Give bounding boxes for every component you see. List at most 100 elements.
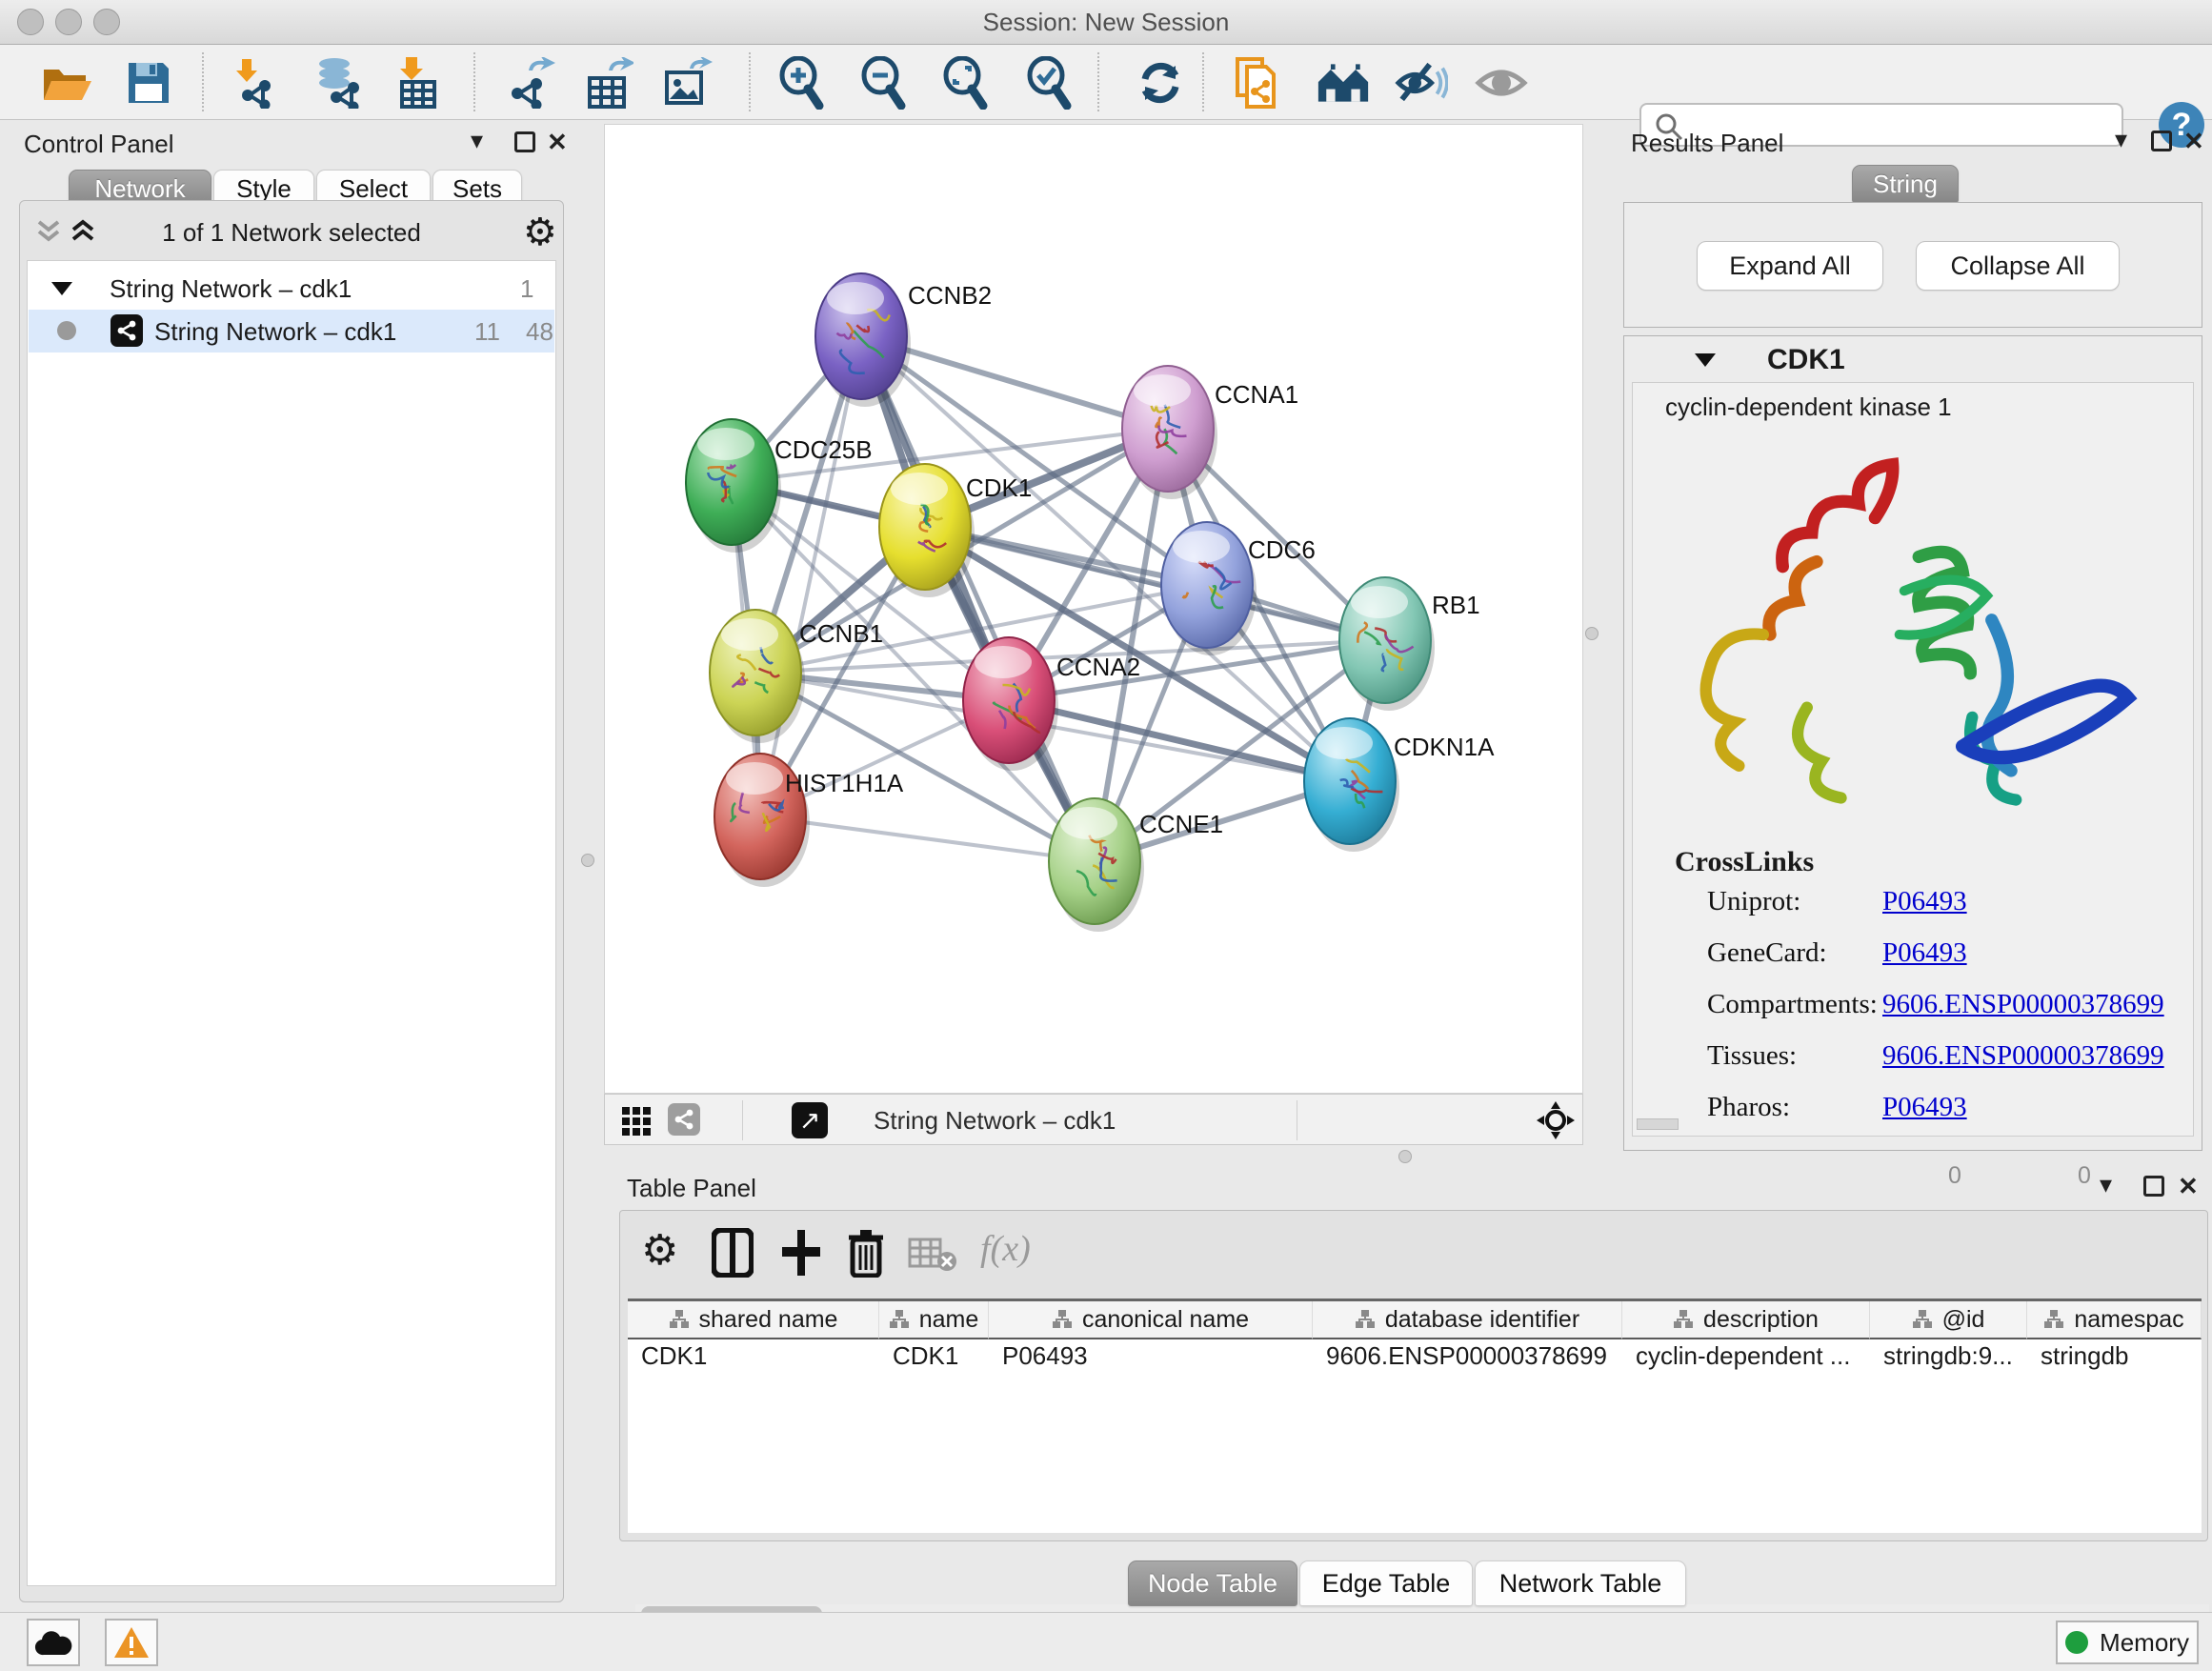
fit-crosshair-icon[interactable] [1537, 1101, 1575, 1139]
column-header-canonical-name[interactable]: canonical name [989, 1301, 1313, 1339]
table-cell[interactable]: P06493 [989, 1341, 1313, 1379]
expand-all-button[interactable]: Expand All [1697, 241, 1883, 291]
mini-scrollbar[interactable] [1637, 1118, 1679, 1130]
cloud-status-button[interactable] [27, 1619, 80, 1666]
copy-network-button[interactable] [1231, 56, 1284, 110]
delete-table-icon[interactable] [908, 1236, 957, 1274]
string-network-graph[interactable]: CCNB2CCNA1CDC25BCDK1CDC6RB1CCNB1CCNA2CDK… [605, 125, 1582, 1093]
network-node-hist1h1a[interactable]: HIST1H1A [714, 754, 904, 887]
zoom-in-button[interactable] [774, 56, 827, 110]
panel-maximize-button[interactable] [2151, 131, 2172, 151]
table-cell[interactable]: cyclin-dependent ... [1622, 1341, 1870, 1379]
panel-float-button[interactable]: ▾ [2100, 1170, 2112, 1199]
panel-close-button[interactable]: ✕ [547, 128, 568, 157]
collapse-all-button[interactable]: Collapse All [1916, 241, 2120, 291]
save-session-button[interactable] [122, 56, 175, 110]
tab-string[interactable]: String [1852, 165, 1959, 203]
vertical-splitter-grip[interactable] [1585, 627, 1599, 640]
home-button[interactable] [1317, 56, 1370, 110]
network-node-ccna1[interactable]: CCNA1 [1122, 366, 1298, 499]
open-session-button[interactable] [40, 56, 93, 110]
network-collection-row[interactable]: String Network – cdk1 1 [29, 267, 554, 310]
column-header-label: database identifier [1385, 1306, 1579, 1334]
network-row-selected[interactable]: String Network – cdk1 11 48 [29, 310, 554, 352]
tab-network-table[interactable]: Network Table [1475, 1560, 1686, 1606]
column-header-namespac[interactable]: namespac [2027, 1301, 2202, 1339]
collection-label: String Network – cdk1 [110, 274, 352, 304]
network-view-canvas[interactable]: CCNB2CCNA1CDC25BCDK1CDC6RB1CCNB1CCNA2CDK… [604, 124, 1583, 1094]
gene-description: cyclin-dependent kinase 1 [1665, 393, 1952, 422]
table-cell[interactable]: CDK1 [879, 1341, 989, 1379]
warning-status-button[interactable] [105, 1619, 158, 1666]
export-table-button[interactable] [583, 56, 636, 110]
network-node-rb1[interactable]: RB1 [1339, 577, 1480, 711]
hide-unhide-button[interactable] [1395, 56, 1448, 110]
column-header-database-identifier[interactable]: database identifier [1313, 1301, 1622, 1339]
export-image-button[interactable] [661, 56, 714, 110]
collection-count: 1 [520, 274, 533, 304]
horizontal-splitter-grip[interactable] [1398, 1150, 1412, 1163]
zoom-selected-icon [1023, 56, 1073, 110]
zoom-selected-button[interactable] [1021, 56, 1075, 110]
import-table-button[interactable] [389, 56, 442, 110]
crosslink-link[interactable]: 9606.ENSP00000378699 [1882, 1040, 2164, 1072]
tab-edge-table[interactable]: Edge Table [1299, 1560, 1473, 1606]
vertical-splitter-grip[interactable] [581, 854, 594, 867]
crosslink-link[interactable]: P06493 [1882, 886, 1967, 917]
crosslink-label: Uniprot: [1707, 886, 1800, 917]
table-panel-box: ⚙ [619, 1210, 2208, 1541]
table-options-gear-icon[interactable]: ⚙ [641, 1226, 678, 1275]
panel-float-button[interactable]: ▾ [2115, 125, 2127, 154]
function-builder-icon[interactable]: f(x) [980, 1228, 1031, 1270]
column-header-description[interactable]: description [1622, 1301, 1870, 1339]
crosslink-link[interactable]: P06493 [1882, 937, 1967, 969]
panel-maximize-button[interactable] [514, 131, 535, 152]
network-edge[interactable] [925, 527, 1385, 640]
network-node-cdc6[interactable]: CDC6 [1161, 522, 1316, 655]
tree-expand-icon[interactable] [51, 282, 72, 295]
node-table[interactable]: shared namename canonical name database id… [628, 1299, 2202, 1533]
network-node-cdkn1a[interactable]: CDKN1A [1304, 718, 1495, 852]
node-label: HIST1H1A [785, 769, 904, 797]
table-cell[interactable]: stringdb:9... [1870, 1341, 2027, 1379]
zoom-out-button[interactable] [855, 56, 909, 110]
table-cell[interactable]: stringdb [2027, 1341, 2202, 1379]
panel-close-button[interactable]: ✕ [2178, 1172, 2199, 1201]
show-eye-button[interactable] [1475, 56, 1528, 110]
table-cell[interactable]: CDK1 [628, 1341, 879, 1379]
create-column-plus-icon[interactable] [780, 1228, 822, 1278]
table-cell[interactable]: 9606.ENSP00000378699 [1313, 1341, 1622, 1379]
gene-collapse-icon[interactable] [1695, 353, 1716, 367]
crosslink-link[interactable]: P06493 [1882, 1092, 1967, 1123]
memory-button[interactable]: Memory [2056, 1621, 2199, 1664]
network-type-share-icon[interactable] [668, 1103, 700, 1136]
column-header-shared-name[interactable]: shared name [628, 1301, 879, 1339]
open-in-window-icon[interactable]: ↗ [792, 1102, 828, 1138]
network-options-gear-icon[interactable]: ⚙ [523, 211, 557, 254]
import-network-from-database-button[interactable] [311, 56, 364, 110]
import-table-icon [394, 57, 436, 109]
tab-node-table[interactable]: Node Table [1128, 1560, 1297, 1606]
panel-float-button[interactable]: ▾ [471, 126, 483, 155]
export-network-button[interactable] [503, 56, 556, 110]
zoom-fit-button[interactable] [937, 56, 991, 110]
show-columns-icon[interactable] [712, 1228, 754, 1278]
network-edge[interactable] [760, 336, 861, 816]
network-selection-status: 1 of 1 Network selected [20, 218, 563, 248]
import-network-button[interactable] [225, 56, 278, 110]
column-header-label: canonical name [1082, 1306, 1249, 1334]
cloud-icon [34, 1628, 72, 1657]
crosslink-link[interactable]: 9606.ENSP00000378699 [1882, 989, 2164, 1020]
network-edge[interactable] [760, 816, 1095, 861]
column-header--id[interactable]: @id [1870, 1301, 2027, 1339]
column-header-name[interactable]: name [879, 1301, 989, 1339]
gene-symbol: CDK1 [1767, 344, 1845, 376]
birdseye-grid-icon[interactable] [622, 1107, 651, 1136]
panel-close-button[interactable]: ✕ [2183, 127, 2204, 156]
panel-maximize-button[interactable] [2143, 1176, 2164, 1197]
network-node-ccnb1[interactable]: CCNB1 [710, 610, 883, 743]
network-node-ccne1[interactable]: CCNE1 [1049, 798, 1223, 932]
delete-column-trash-icon[interactable] [847, 1228, 885, 1278]
network-node-ccnb2[interactable]: CCNB2 [815, 273, 992, 407]
refresh-button[interactable] [1134, 56, 1187, 110]
